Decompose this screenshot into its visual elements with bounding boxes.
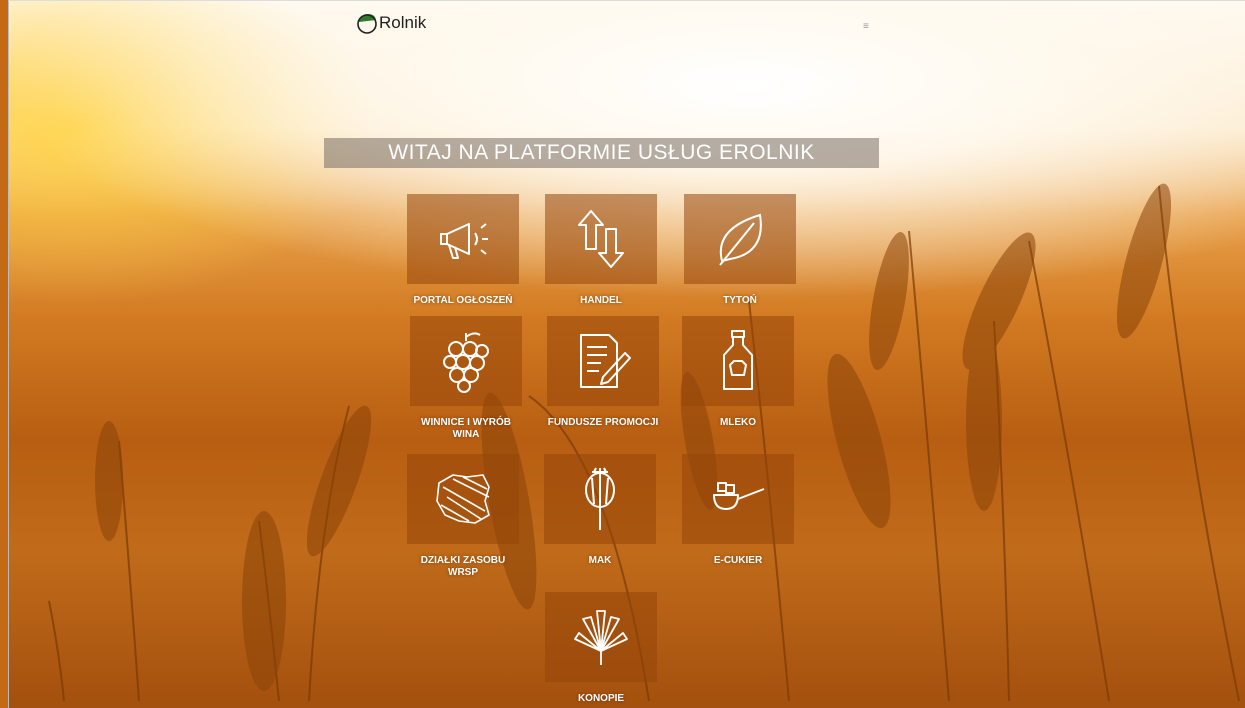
tile-label: HANDEL: [580, 295, 622, 306]
tile-box[interactable]: [544, 454, 656, 544]
tile-konopie[interactable]: KONOPIE: [545, 592, 657, 705]
up-down-arrows-icon: [578, 210, 624, 268]
tile-box[interactable]: [407, 194, 519, 284]
tile-box[interactable]: [407, 454, 519, 544]
tile-label: E-CUKIER: [713, 555, 763, 566]
tile-box[interactable]: [547, 316, 659, 406]
tile-label: MAK: [588, 555, 612, 566]
tile-label: KONOPIE: [577, 693, 625, 704]
tile-box[interactable]: [682, 316, 794, 406]
tile-label: DZIAŁKI ZASOBU WRSP: [420, 555, 506, 578]
tile-label: TYTOŃ: [723, 295, 757, 306]
document-pen-icon: [580, 334, 631, 388]
grapes-icon: [443, 332, 489, 393]
tile-label: FUNDUSZE PROMOCJI: [547, 417, 659, 428]
tile-portal-ogloszen[interactable]: PORTAL OGŁOSZEŃ: [407, 194, 519, 307]
top-header: Rolnik ≡: [8, 0, 1245, 50]
logo-text: Rolnik: [379, 13, 427, 32]
page: Rolnik ≡ WITAJ NA PLATFORMIE USŁUG EROLN…: [0, 0, 1245, 708]
tile-label: PORTAL OGŁOSZEŃ: [413, 295, 513, 306]
tile-box[interactable]: [684, 194, 796, 284]
milk-bottle-icon: [723, 330, 753, 390]
tile-box[interactable]: [545, 592, 657, 682]
tile-e-cukier[interactable]: E-CUKIER: [682, 454, 794, 567]
hamburger-icon[interactable]: ≡: [863, 22, 873, 32]
logo-leaf-icon: [356, 12, 378, 34]
leaf-icon: [719, 213, 762, 266]
tile-box[interactable]: [545, 194, 657, 284]
tile-winnice[interactable]: WINNICE I WYRÓB WINA: [410, 316, 522, 441]
tile-tyton[interactable]: TYTOŃ: [684, 194, 796, 307]
tile-label: MLEKO: [719, 417, 757, 428]
tile-mak[interactable]: MAK: [544, 454, 656, 567]
tile-mleko[interactable]: MLEKO: [682, 316, 794, 429]
tile-fundusze-promocji[interactable]: FUNDUSZE PROMOCJI: [547, 316, 659, 429]
hemp-leaf-icon: [574, 610, 628, 665]
poland-map-icon: [436, 474, 490, 524]
tile-handel[interactable]: HANDEL: [545, 194, 657, 307]
erolnik-logo[interactable]: Rolnik: [356, 12, 426, 34]
tile-dzialki-zasobu-wrsp[interactable]: DZIAŁKI ZASOBU WRSP: [407, 454, 519, 579]
tile-label: WINNICE I WYRÓB WINA: [421, 417, 511, 440]
megaphone-icon: [440, 223, 488, 259]
welcome-title: WITAJ NA PLATFORMIE USŁUG EROLNIK: [324, 138, 879, 168]
tile-box[interactable]: [410, 316, 522, 406]
sugar-scoop-icon: [713, 482, 765, 510]
tile-box[interactable]: [682, 454, 794, 544]
poppy-icon: [585, 467, 615, 530]
